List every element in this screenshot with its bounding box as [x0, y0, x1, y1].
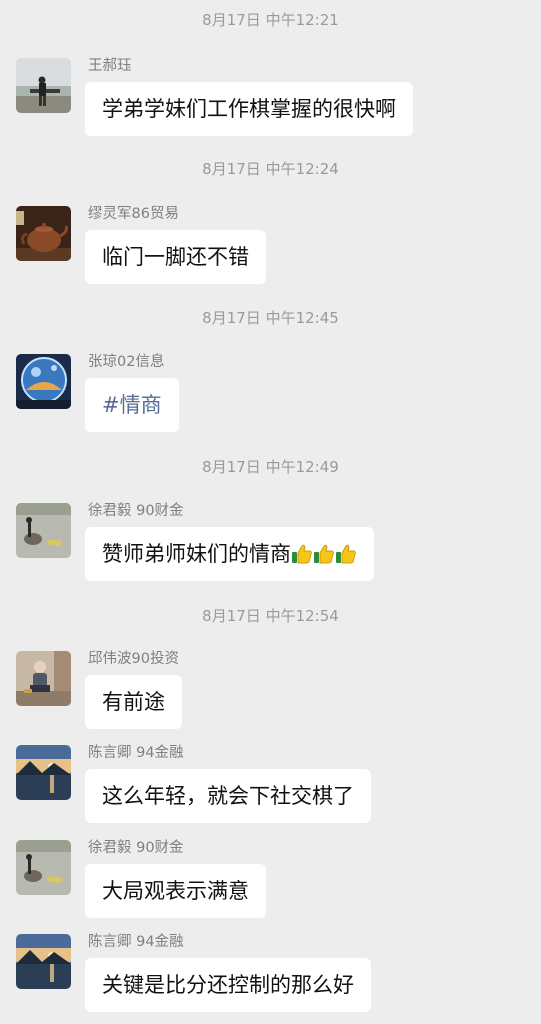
timestamp: 8月17日 中午12:45 [202, 309, 339, 327]
timestamp: 8月17日 中午12:21 [202, 11, 339, 29]
message-text: 大局观表示满意 [102, 879, 249, 903]
message-text: 临门一脚还不错 [102, 245, 249, 269]
message-bubble[interactable]: 有前途 [85, 675, 182, 729]
goose-avatar[interactable] [16, 503, 71, 558]
child-avatar[interactable] [16, 651, 71, 706]
teapot-avatar[interactable] [16, 206, 71, 261]
timestamp: 8月17日 中午12:54 [202, 607, 339, 625]
message-bubble[interactable]: 关键是比分还控制的那么好 [85, 958, 371, 1012]
message-text: #情商 [102, 393, 162, 417]
thumbs-up-icon [313, 531, 335, 585]
sender-name: 张琼02信息 [88, 354, 165, 370]
message-bubble[interactable]: 临门一脚还不错 [85, 230, 266, 284]
message-text: 关键是比分还控制的那么好 [102, 973, 354, 997]
person-by-lake-avatar[interactable] [16, 58, 71, 113]
sender-name: 陈言卿 94金融 [88, 934, 184, 950]
thumbs-up-icon [291, 531, 313, 585]
sender-name: 陈言卿 94金融 [88, 745, 184, 761]
sender-name: 王郝珏 [88, 58, 132, 74]
crystal-globe-avatar[interactable] [16, 354, 71, 409]
message-text: 有前途 [102, 690, 165, 714]
chat-message-list[interactable]: 8月17日 中午12:21 王郝珏 学弟学妹们工作棋掌握的很快啊 8月17日 中… [0, 0, 541, 1024]
sender-name: 徐君毅 90财金 [88, 503, 184, 519]
message-text: 赞师弟师妹们的情商 [102, 542, 291, 566]
message-bubble[interactable]: 学弟学妹们工作棋掌握的很快啊 [85, 82, 413, 136]
timestamp: 8月17日 中午12:49 [202, 458, 339, 476]
sender-name: 徐君毅 90财金 [88, 840, 184, 856]
message-text: 这么年轻，就会下社交棋了 [102, 784, 354, 808]
message-text: 学弟学妹们工作棋掌握的很快啊 [102, 97, 396, 121]
sunset-lake-avatar[interactable] [16, 934, 71, 989]
thumbs-up-icon [335, 531, 357, 585]
sunset-lake-avatar[interactable] [16, 745, 71, 800]
message-bubble[interactable]: #情商 [85, 378, 179, 432]
message-bubble[interactable]: 这么年轻，就会下社交棋了 [85, 769, 371, 823]
sender-name: 缪灵军86贸易 [88, 206, 179, 222]
message-bubble[interactable]: 赞师弟师妹们的情商 [85, 527, 374, 581]
goose-avatar[interactable] [16, 840, 71, 895]
timestamp: 8月17日 中午12:24 [202, 160, 339, 178]
message-bubble[interactable]: 大局观表示满意 [85, 864, 266, 918]
sender-name: 邱伟波90投资 [88, 651, 179, 667]
